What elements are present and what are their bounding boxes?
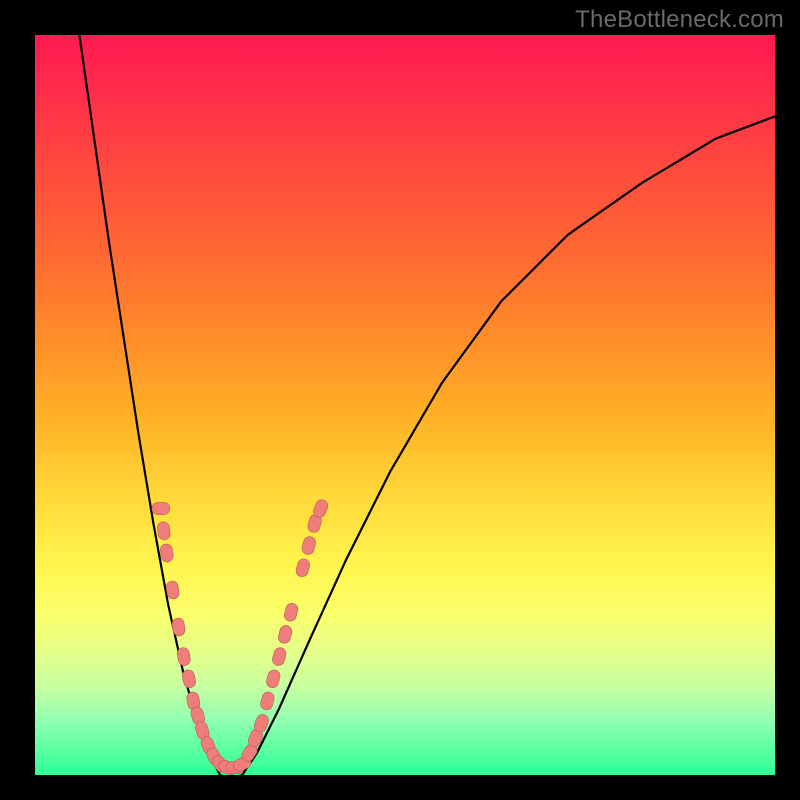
chart-frame: TheBottleneck.com — [0, 0, 800, 800]
watermark-text: TheBottleneck.com — [575, 6, 784, 34]
plot-area — [35, 35, 775, 775]
data-dot — [171, 617, 186, 637]
data-dot — [259, 691, 275, 711]
data-dot — [271, 646, 287, 666]
data-dot — [301, 535, 317, 555]
data-dot — [160, 543, 174, 562]
data-dot — [176, 647, 191, 667]
data-dot — [283, 602, 299, 622]
data-dot — [157, 521, 171, 540]
data-dot — [152, 503, 170, 515]
data-dot — [295, 558, 311, 578]
curve-left-branch — [79, 35, 220, 775]
chart-svg — [35, 35, 775, 775]
curve-right-branch — [242, 116, 775, 775]
data-dot — [265, 669, 281, 689]
data-dot — [277, 624, 293, 644]
